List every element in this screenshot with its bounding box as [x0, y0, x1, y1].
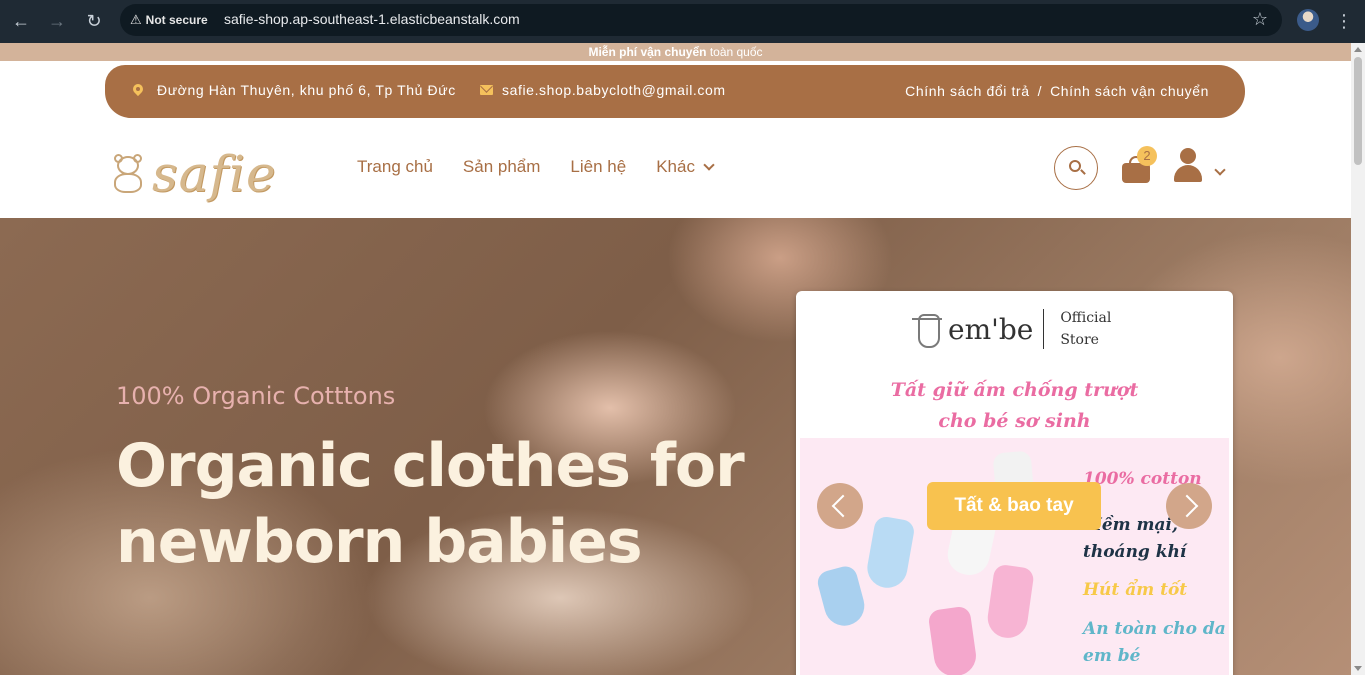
email-text[interactable]: safie.shop.babycloth@gmail.com	[502, 82, 726, 98]
announcement-bold: Miễn phí vận chuyển	[588, 45, 707, 59]
sock-image	[927, 605, 979, 675]
scroll-down-icon[interactable]	[1354, 666, 1362, 671]
site-logo[interactable]: safie	[108, 148, 277, 200]
browser-menu-icon[interactable]: ⋮	[1335, 8, 1353, 34]
nav-more-label: Khác	[656, 157, 695, 176]
policy-links: Chính sách đổi trả / Chính sách vận chuyển	[905, 83, 1209, 99]
nav-more[interactable]: Khác	[656, 157, 715, 177]
email-info[interactable]: safie.shop.babycloth@gmail.com	[480, 82, 726, 98]
announcement-bar: Miễn phí vận chuyển toàn quốc	[0, 43, 1351, 61]
promo-card-image: 100% cotton Mềm mại, thoáng khí Hút ẩm t…	[800, 438, 1229, 675]
brand-name: em'be	[948, 312, 1034, 346]
category-button[interactable]: Tất & bao tay	[927, 482, 1101, 530]
nav-home[interactable]: Trang chủ	[357, 157, 433, 177]
sock-image	[985, 563, 1035, 641]
brand-row: em'be Official Store	[912, 307, 1111, 351]
location-pin-icon	[133, 84, 143, 97]
search-button[interactable]	[1054, 146, 1098, 190]
nav-contact[interactable]: Liên hệ	[570, 157, 626, 177]
hero-title-line2: newborn babies	[116, 507, 643, 577]
feature-absorbent: Hút ẩm tốt	[1083, 580, 1188, 600]
user-icon	[1180, 148, 1196, 164]
shipping-policy-link[interactable]: Chính sách vận chuyển	[1050, 83, 1209, 99]
promo-headline-line2: cho bé sơ sinh	[938, 410, 1091, 432]
user-account-button[interactable]	[1173, 148, 1203, 182]
carousel-prev-button[interactable]	[817, 483, 863, 529]
chevron-down-icon	[703, 159, 715, 171]
nav-products[interactable]: Sản phẩm	[463, 157, 541, 177]
teddy-bear-icon	[108, 154, 148, 194]
brand-divider	[1043, 309, 1045, 349]
carousel-next-button[interactable]	[1166, 483, 1212, 529]
search-icon-handle	[1080, 169, 1086, 175]
logo-text: safie	[152, 145, 277, 203]
sock-image	[815, 563, 869, 631]
promo-headline: Tất giữ ấm chống trượt cho bé sơ sinh	[800, 375, 1229, 437]
main-navigation: Trang chủ Sản phẩm Liên hệ Khác	[357, 157, 715, 177]
profile-avatar[interactable]	[1297, 9, 1319, 31]
official-line2: Store	[1060, 332, 1099, 348]
reload-icon[interactable]: ↻	[81, 8, 107, 34]
hero-title-line1: Organic clothes for	[116, 431, 745, 501]
address-bar[interactable]: ⚠ Not secure safie-shop.ap-southeast-1.e…	[120, 4, 1282, 36]
feature-safe-line1: An toàn cho da	[1083, 619, 1226, 639]
hero-subtitle: 100% Organic Cotttons	[116, 382, 396, 410]
security-indicator[interactable]: ⚠ Not secure	[130, 10, 208, 30]
security-label: Not secure	[145, 13, 208, 27]
forward-icon[interactable]: →	[44, 8, 70, 34]
back-icon[interactable]: ←	[8, 8, 34, 34]
address-text: Đường Hàn Thuyên, khu phố 6, Tp Thủ Đức	[157, 82, 456, 98]
address-info: Đường Hàn Thuyên, khu phố 6, Tp Thủ Đức	[133, 82, 456, 98]
promo-card[interactable]: em'be Official Store Tất giữ ấm chống tr…	[796, 291, 1233, 675]
hero-banner: 100% Organic Cotttons Organic clothes fo…	[0, 218, 1351, 675]
announcement-rest: toàn quốc	[706, 45, 763, 59]
official-store-label: Official Store	[1060, 307, 1111, 351]
page-scrollbar[interactable]	[1351, 43, 1365, 675]
warning-icon: ⚠	[130, 12, 142, 27]
bookmark-star-icon[interactable]: ☆	[1252, 9, 1268, 30]
account-chevron-down-icon[interactable]	[1214, 164, 1226, 176]
feature-safe-line2: em bé	[1083, 646, 1141, 666]
browser-toolbar: ← → ↻ ⚠ Not secure safie-shop.ap-southea…	[0, 0, 1365, 43]
hero-title: Organic clothes for newborn babies	[116, 428, 745, 580]
feature-breathable: thoáng khí	[1083, 542, 1187, 562]
cart-count-badge: 2	[1137, 146, 1157, 166]
return-policy-link[interactable]: Chính sách đổi trả	[905, 83, 1029, 99]
promo-card-header: em'be Official Store Tất giữ ấm chống tr…	[800, 295, 1229, 437]
scroll-thumb[interactable]	[1354, 57, 1362, 165]
baby-onesie-icon	[912, 312, 942, 348]
url-text[interactable]: safie-shop.ap-southeast-1.elasticbeansta…	[224, 11, 520, 27]
user-icon-body	[1174, 165, 1202, 182]
scroll-up-icon[interactable]	[1354, 47, 1362, 52]
policy-separator: /	[1037, 83, 1043, 99]
contact-info-bar: Đường Hàn Thuyên, khu phố 6, Tp Thủ Đức …	[105, 65, 1245, 118]
sock-image	[864, 515, 916, 591]
shopping-bag-body	[1122, 163, 1150, 183]
promo-headline-line1: Tất giữ ấm chống trượt	[890, 379, 1139, 401]
official-line1: Official	[1060, 310, 1112, 326]
mail-icon	[480, 85, 493, 95]
